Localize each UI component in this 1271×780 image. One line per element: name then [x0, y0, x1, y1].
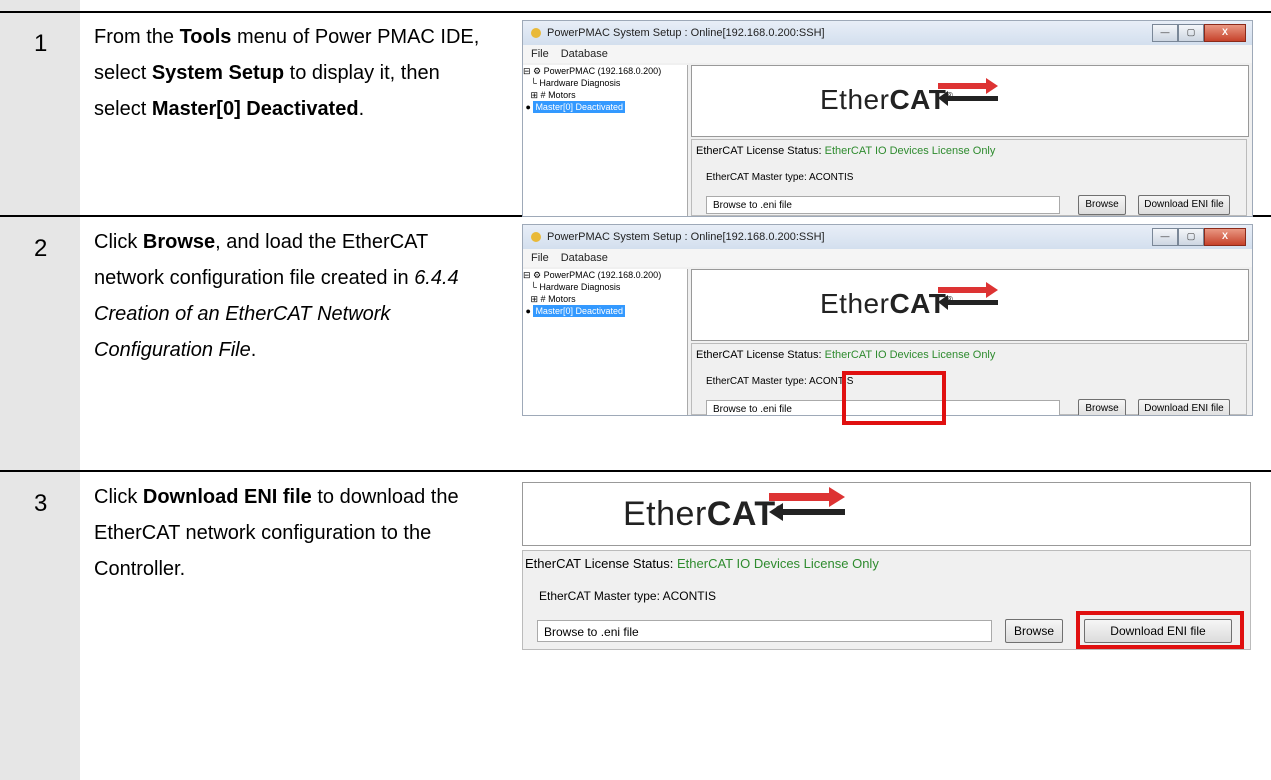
license-status: EtherCAT License Status: EtherCAT IO Dev…: [696, 349, 996, 361]
ethercat-logo: EtherCAT®: [820, 282, 998, 320]
window-titlebar: PowerPMAC System Setup : Online[192.168.…: [523, 225, 1252, 249]
close-button[interactable]: X: [1204, 228, 1246, 246]
settings-panel: EtherCAT License Status: EtherCAT IO Dev…: [691, 139, 1247, 216]
step-1-row: 1 From the Tools menu of Power PMAC IDE,…: [0, 12, 1271, 217]
download-highlight: [1076, 611, 1244, 649]
maximize-button[interactable]: ▢: [1178, 24, 1204, 42]
window-titlebar: PowerPMAC System Setup : Online[192.168.…: [523, 21, 1252, 45]
tree-item-motors[interactable]: ⊞ # Motors: [523, 293, 687, 305]
app-icon: [531, 28, 541, 38]
master-type: EtherCAT Master type: ACONTIS: [706, 376, 854, 387]
tree-item-master[interactable]: ● Master[0] Deactivated: [523, 101, 687, 113]
maximize-button[interactable]: ▢: [1178, 228, 1204, 246]
step-3-instruction: Click Download ENI file to download the …: [94, 486, 459, 580]
tree-item-root[interactable]: ⊟ ⚙ PowerPMAC (192.168.0.200): [523, 65, 687, 77]
browse-highlight: [842, 371, 946, 425]
minimize-button[interactable]: —: [1152, 24, 1178, 42]
menu-database[interactable]: Database: [561, 48, 608, 60]
eni-path-field[interactable]: Browse to .eni file: [537, 620, 992, 642]
arrows-icon: [769, 487, 845, 521]
step-number: 3: [34, 490, 48, 517]
arrows-icon: [938, 78, 998, 106]
tree-item-master[interactable]: ● Master[0] Deactivated: [523, 305, 687, 317]
master-type: EtherCAT Master type: ACONTIS: [706, 172, 854, 183]
browse-button[interactable]: Browse: [1005, 619, 1063, 643]
device-tree: ⊟ ⚙ PowerPMAC (192.168.0.200) └ Hardware…: [523, 65, 688, 216]
step-number: 1: [34, 30, 48, 57]
browse-button[interactable]: Browse: [1078, 399, 1126, 415]
step-3-row: 3 Click Download ENI file to download th…: [0, 472, 1271, 780]
logo-panel: EtherCAT®: [691, 269, 1249, 341]
step-number: 2: [34, 235, 48, 262]
app-icon: [531, 232, 541, 242]
menubar: File Database: [523, 249, 1252, 267]
menu-database[interactable]: Database: [561, 252, 608, 264]
menu-file[interactable]: File: [531, 48, 549, 60]
ethercat-logo: EtherCAT®: [820, 78, 998, 116]
tree-item-root[interactable]: ⊟ ⚙ PowerPMAC (192.168.0.200): [523, 269, 687, 281]
arrows-icon: [938, 282, 998, 310]
menu-file[interactable]: File: [531, 252, 549, 264]
step-2-row: 2 Click Browse, and load the EtherCAT ne…: [0, 217, 1271, 470]
step-1-instruction: From the Tools menu of Power PMAC IDE, s…: [94, 26, 480, 120]
settings-panel: EtherCAT License Status: EtherCAT IO Dev…: [691, 343, 1247, 415]
tree-item-hardware[interactable]: └ Hardware Diagnosis: [523, 77, 687, 89]
step-2-instruction: Click Browse, and load the EtherCAT netw…: [94, 231, 459, 361]
license-status: EtherCAT License Status: EtherCAT IO Dev…: [696, 145, 996, 157]
tree-item-hardware[interactable]: └ Hardware Diagnosis: [523, 281, 687, 293]
license-status: EtherCAT License Status: EtherCAT IO Dev…: [525, 556, 879, 571]
minimize-button[interactable]: —: [1152, 228, 1178, 246]
close-button[interactable]: X: [1204, 24, 1246, 42]
window-title: PowerPMAC System Setup : Online[192.168.…: [547, 231, 825, 243]
download-eni-button[interactable]: Download ENI file: [1138, 399, 1230, 415]
logo-panel: EtherCAT®: [691, 65, 1249, 137]
master-type: EtherCAT Master type: ACONTIS: [539, 589, 716, 603]
download-eni-button[interactable]: Download ENI file: [1138, 195, 1230, 215]
window-title: PowerPMAC System Setup : Online[192.168.…: [547, 27, 825, 39]
tree-item-motors[interactable]: ⊞ # Motors: [523, 89, 687, 101]
ethercat-logo: EtherCAT®: [623, 487, 845, 534]
logo-panel: EtherCAT®: [522, 482, 1251, 546]
eni-path-field[interactable]: Browse to .eni file: [706, 196, 1060, 214]
browse-button[interactable]: Browse: [1078, 195, 1126, 215]
system-setup-window: PowerPMAC System Setup : Online[192.168.…: [522, 20, 1253, 217]
device-tree: ⊟ ⚙ PowerPMAC (192.168.0.200) └ Hardware…: [523, 269, 688, 415]
menubar: File Database: [523, 45, 1252, 63]
